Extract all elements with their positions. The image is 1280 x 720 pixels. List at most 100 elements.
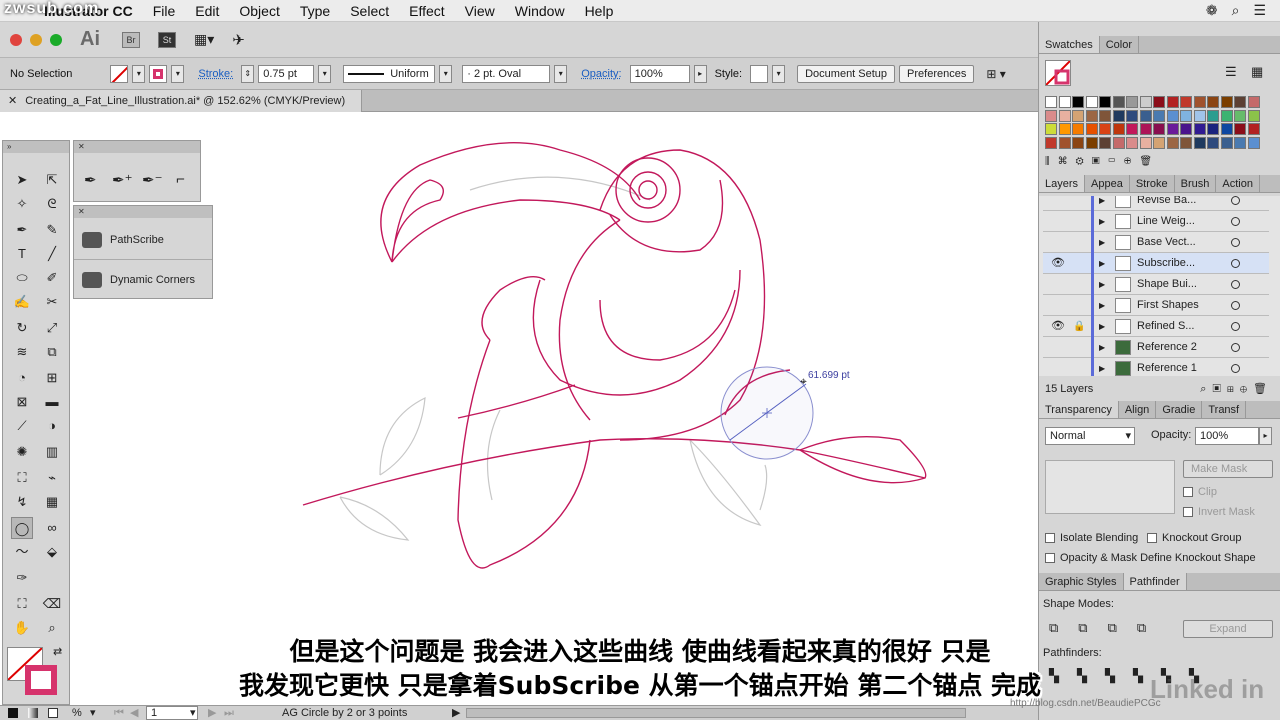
ruler-tool-icon[interactable]: ▦ (41, 491, 63, 513)
transparency-opacity-field[interactable]: 100% (1195, 427, 1259, 445)
color-swatch[interactable] (1220, 136, 1233, 149)
delete-swatch-icon[interactable]: 🗑 (1139, 156, 1160, 167)
horizontal-scrollbar[interactable] (466, 708, 966, 718)
target-icon[interactable] (1231, 280, 1240, 289)
new-sublayer-icon[interactable]: ⊞ (1227, 383, 1240, 395)
color-swatch[interactable] (1207, 109, 1219, 122)
style-swatch[interactable] (750, 64, 769, 83)
color-swatch[interactable] (1247, 136, 1260, 149)
color-swatch[interactable] (1072, 136, 1084, 149)
gradient-tool-icon[interactable]: ▬ (41, 391, 63, 413)
color-swatch[interactable] (1099, 109, 1111, 122)
color-swatch[interactable] (1166, 136, 1179, 149)
mesh-tool-icon[interactable]: ⊠ (11, 391, 33, 413)
color-swatch[interactable] (1058, 136, 1071, 149)
opacity-field[interactable]: 100% (629, 64, 690, 83)
color-swatch[interactable] (1234, 96, 1246, 108)
expand-triangle-icon[interactable]: ▶ (1099, 358, 1105, 376)
document-setup-button[interactable]: Document Setup (797, 64, 896, 83)
make-clipping-mask-icon[interactable]: ▣ (1212, 383, 1226, 395)
menu-window[interactable]: Window (505, 0, 575, 22)
color-swatch[interactable] (1085, 123, 1098, 135)
gpu-performance-icon[interactable]: ✈ (232, 31, 245, 49)
zoom-dropdown[interactable]: ▾ (90, 706, 96, 720)
preferences-button[interactable]: Preferences (899, 64, 975, 83)
color-swatch[interactable] (1085, 109, 1098, 122)
color-swatch[interactable] (1072, 109, 1084, 122)
expand-triangle-icon[interactable]: ▶ (1099, 295, 1105, 316)
target-icon[interactable] (1231, 322, 1240, 331)
color-swatch[interactable] (1112, 96, 1125, 108)
color-swatch[interactable] (1126, 109, 1138, 122)
tab-align[interactable]: Align (1119, 401, 1157, 418)
expand-triangle-icon[interactable]: ▶ (1099, 337, 1105, 358)
expand-triangle-icon[interactable]: ▶ (1099, 274, 1105, 295)
creative-cloud-icon[interactable]: ❁ (1206, 2, 1218, 19)
normal-screen-mode-icon[interactable] (8, 708, 18, 718)
color-swatch[interactable] (1139, 96, 1152, 108)
color-swatch[interactable] (1153, 109, 1165, 122)
color-swatch[interactable] (1058, 96, 1071, 108)
fill-swatch[interactable] (110, 64, 129, 83)
transparency-opacity-arrow[interactable]: ▸ (1259, 427, 1272, 445)
color-swatch[interactable] (1207, 136, 1219, 149)
color-swatch[interactable] (1058, 109, 1071, 122)
expand-triangle-icon[interactable]: ▶ (1099, 232, 1105, 253)
color-swatch[interactable] (1180, 123, 1192, 135)
blend-mode-select[interactable]: Normal ▾ (1045, 427, 1135, 445)
color-swatch[interactable] (1247, 109, 1260, 122)
color-swatch[interactable] (1193, 136, 1206, 149)
list-view-icon[interactable]: ☰ (1225, 64, 1237, 80)
tab-gradient[interactable]: Gradie (1156, 401, 1203, 418)
layer-row[interactable]: ▶ Base Vect... (1043, 232, 1269, 253)
delete-anchor-point-icon[interactable]: ✒⁻ (142, 171, 163, 189)
zoom-level[interactable]: % (72, 706, 82, 720)
selection-tool-icon[interactable]: ➤ (11, 169, 33, 191)
stroke-label[interactable]: Stroke: (194, 68, 237, 80)
make-mask-button[interactable]: Make Mask (1183, 460, 1273, 478)
color-swatch[interactable] (1085, 136, 1098, 149)
locate-object-icon[interactable]: ⌕ (1200, 383, 1212, 395)
target-icon[interactable] (1231, 364, 1240, 373)
previous-artboard-icon[interactable]: ◀ (130, 706, 138, 720)
color-swatch[interactable] (1072, 123, 1084, 135)
pen-icon[interactable]: ✒ (84, 171, 97, 189)
swatch-libraries-icon[interactable]: ⫼ (1045, 156, 1058, 167)
style-dropdown[interactable]: ▾ (772, 64, 786, 83)
fill-dropdown[interactable]: ▾ (132, 64, 146, 83)
color-swatch[interactable] (1099, 136, 1111, 149)
first-artboard-icon[interactable]: ⏮ (114, 706, 124, 720)
expand-triangle-icon[interactable]: ▶ (1099, 211, 1105, 232)
lock-icon[interactable]: 🔒 (1073, 316, 1085, 337)
color-swatch[interactable] (1126, 136, 1138, 149)
tab-transparency[interactable]: Transparency (1039, 401, 1119, 418)
color-swatch[interactable] (1166, 96, 1179, 108)
knockout-group-checkbox[interactable]: Knockout Group (1162, 532, 1242, 544)
menu-edit[interactable]: Edit (185, 0, 229, 22)
width-tool-icon[interactable]: 〜 (11, 541, 33, 563)
color-swatch[interactable] (1193, 123, 1206, 135)
none-mode-icon[interactable] (48, 708, 58, 718)
tab-brushes[interactable]: Brush (1175, 175, 1217, 192)
stock-button[interactable]: St (158, 31, 176, 48)
color-swatch[interactable] (1166, 123, 1179, 135)
stroke-weight-field[interactable]: 0.75 pt (258, 64, 315, 83)
tab-swatches[interactable]: Swatches (1039, 36, 1100, 53)
free-transform-tool-icon[interactable]: ⧉ (41, 341, 63, 363)
color-swatch[interactable] (1085, 96, 1098, 108)
column-graph-tool-icon[interactable]: ▥ (41, 441, 63, 463)
circle-by-points-tool-icon[interactable]: ◯ (11, 517, 33, 539)
layer-row[interactable]: ▶ Reference 2 (1043, 337, 1269, 358)
color-swatch[interactable] (1180, 96, 1192, 108)
color-swatch[interactable] (1234, 123, 1246, 135)
color-swatch[interactable] (1207, 96, 1219, 108)
shape-builder-tool-icon[interactable]: ◔ (11, 367, 33, 389)
pen-tool-icon[interactable]: ✒ (11, 219, 33, 241)
target-icon[interactable] (1231, 259, 1240, 268)
warp-tool-icon[interactable]: ≋ (11, 341, 33, 363)
tab-transform[interactable]: Transf (1202, 401, 1247, 418)
color-swatch[interactable] (1139, 109, 1152, 122)
color-swatch[interactable] (1126, 123, 1138, 135)
next-artboard-icon[interactable]: ▶ (208, 706, 216, 720)
blob-brush-tool-icon[interactable]: ✍ (11, 291, 33, 313)
